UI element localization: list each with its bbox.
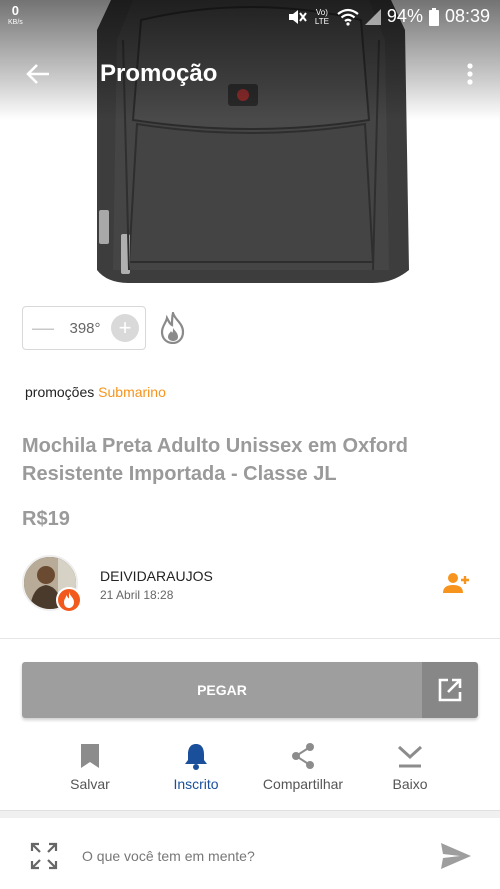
wifi-icon [337,8,359,26]
temperature-up-button[interactable]: + [111,314,139,342]
battery-icon [428,7,439,26]
expand-comment-button[interactable] [28,840,60,872]
flame-badge-icon [64,592,74,608]
scroll-down-button[interactable]: Baixo [355,740,465,792]
share-label: Compartilhar [262,776,344,792]
share-icon [292,743,314,769]
share-button[interactable]: Compartilhar [248,740,358,792]
network-speed-unit: KB/s [8,19,23,26]
user-level-badge [56,587,82,613]
overflow-menu-button[interactable] [460,60,480,88]
app-bar: Promoção [0,50,500,98]
send-icon [441,843,471,869]
temperature-control: — 398° + [22,306,146,350]
save-button[interactable]: Salvar [35,740,145,792]
product-image[interactable] [0,0,500,285]
product-price: R$19 [22,508,70,530]
user-name[interactable]: DEIVIDARAUJOS [100,568,213,584]
external-link-icon [438,678,462,702]
post-date: 21 Abril 18:28 [100,588,174,602]
open-external-button[interactable] [422,662,478,718]
temperature-down-button[interactable]: — [23,307,63,349]
chevron-down-icon [397,745,423,768]
back-button[interactable] [20,58,56,90]
store-label[interactable]: promoções Submarino [25,384,166,400]
battery-percent: 94% [386,6,423,26]
store-prefix: promoções [25,384,95,400]
get-deal-label[interactable]: PEGAR [22,662,422,718]
scroll-down-label: Baixo [392,776,428,792]
arrow-left-icon [26,64,49,84]
section-divider [0,810,500,818]
signal-icon [364,8,381,25]
page-title: Promoção [100,60,218,87]
get-deal-button[interactable]: PEGAR [22,662,478,718]
subscribed-button[interactable]: Inscrito [141,740,251,792]
bell-icon [185,744,207,770]
divider [0,638,500,639]
follow-user-button[interactable] [440,568,472,598]
store-name[interactable]: Submarino [98,384,166,400]
status-icons: Vo) LTE 94% 08:39 [287,6,490,27]
clock: 08:39 [444,6,490,26]
product-title: Mochila Preta Adulto Unissex em Oxford R… [22,435,409,485]
save-label: Salvar [70,776,110,792]
send-comment-button[interactable] [438,840,474,872]
expand-icon [30,842,58,870]
network-speed: 0 KB/s [8,3,23,29]
mute-icon [287,8,307,26]
add-user-icon [443,573,469,593]
action-bar: Salvar Inscrito Compartilhar Baixo [0,740,500,804]
more-vertical-icon [467,63,473,85]
network-speed-value: 0 [11,3,20,18]
bookmark-icon [81,744,99,768]
fire-icon [160,312,185,344]
status-bar: 0 KB/s Vo) LTE 94% 08:39 [0,0,500,34]
comment-bar [0,818,500,889]
comment-input[interactable] [82,842,412,870]
subscribed-label: Inscrito [173,776,219,792]
temperature-value: 398° [69,319,101,337]
lte-label: Vo) LTE [314,7,329,26]
